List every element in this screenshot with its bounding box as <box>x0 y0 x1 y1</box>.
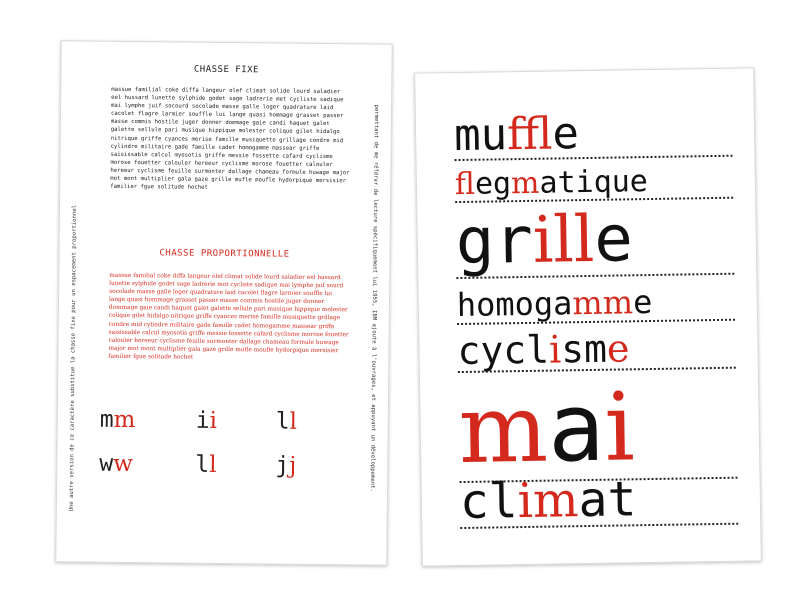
word-3-part-0: homoga <box>456 284 573 325</box>
word-cyclisme: cyclisme <box>457 326 736 374</box>
word-3-part-1: mm <box>572 283 634 323</box>
left-page: Une autre version de ce caractère substi… <box>55 40 393 566</box>
word-flegmatique: flegmatique <box>454 164 734 204</box>
side-note-right: permettant de me référer de lecture spéc… <box>369 104 380 492</box>
word-grille: grille <box>455 202 735 280</box>
letter-pair-m: mm <box>99 406 136 434</box>
word-4-part-0: cycl <box>457 327 550 374</box>
word-homogamme: homogamme <box>456 282 736 326</box>
word-1-part-3: atique <box>539 164 649 201</box>
right-page: muffle flegmatique grille homogamme cycl… <box>414 67 762 567</box>
word-2-part-2: e <box>593 202 634 277</box>
fixed-width-paragraph: massue familial coke diffa langeur olef … <box>110 86 350 191</box>
letter-pair-i: ii <box>195 407 218 434</box>
word-0-part-2: e <box>552 108 580 160</box>
word-0-part-0: mu <box>453 109 508 162</box>
word-6-part-0: cl <box>459 473 519 531</box>
word-0-part-1: ffl <box>506 108 553 161</box>
word-muffle: muffle <box>453 108 733 162</box>
letter-pair-j: jj <box>275 452 297 479</box>
word-4-part-1: i <box>548 327 562 372</box>
proportional-paragraph: massue familial coke diffa langeur olef … <box>108 272 349 361</box>
word-1-part-0: fl <box>454 166 476 203</box>
word-6-part-2: at <box>578 471 637 529</box>
word-6-part-1: im <box>517 472 579 530</box>
word-5-part-1: a <box>547 373 606 484</box>
word-2-part-0: gr <box>455 203 534 280</box>
letter-pair-l: ll <box>195 451 217 478</box>
fixed-width-title: CHASSE FIXE <box>193 64 260 76</box>
word-5-part-0: m <box>457 374 549 486</box>
word-4-part-2: sm <box>560 326 608 372</box>
word-4-part-3: e <box>606 326 630 371</box>
word-1-part-1: eg <box>474 166 512 202</box>
word-mai: mai <box>457 373 738 486</box>
letter-pair-l-upper: ll <box>275 408 298 435</box>
word-3-part-2: e <box>632 282 653 322</box>
word-1-part-2: m <box>510 165 540 202</box>
word-5-part-2: i <box>603 373 636 483</box>
letter-pair-w: ww <box>99 450 133 478</box>
word-climat: climat <box>459 471 739 531</box>
proportional-title: CHASSE PROPORTIONNELLE <box>159 248 290 260</box>
word-2-part-1: ill <box>532 202 595 278</box>
